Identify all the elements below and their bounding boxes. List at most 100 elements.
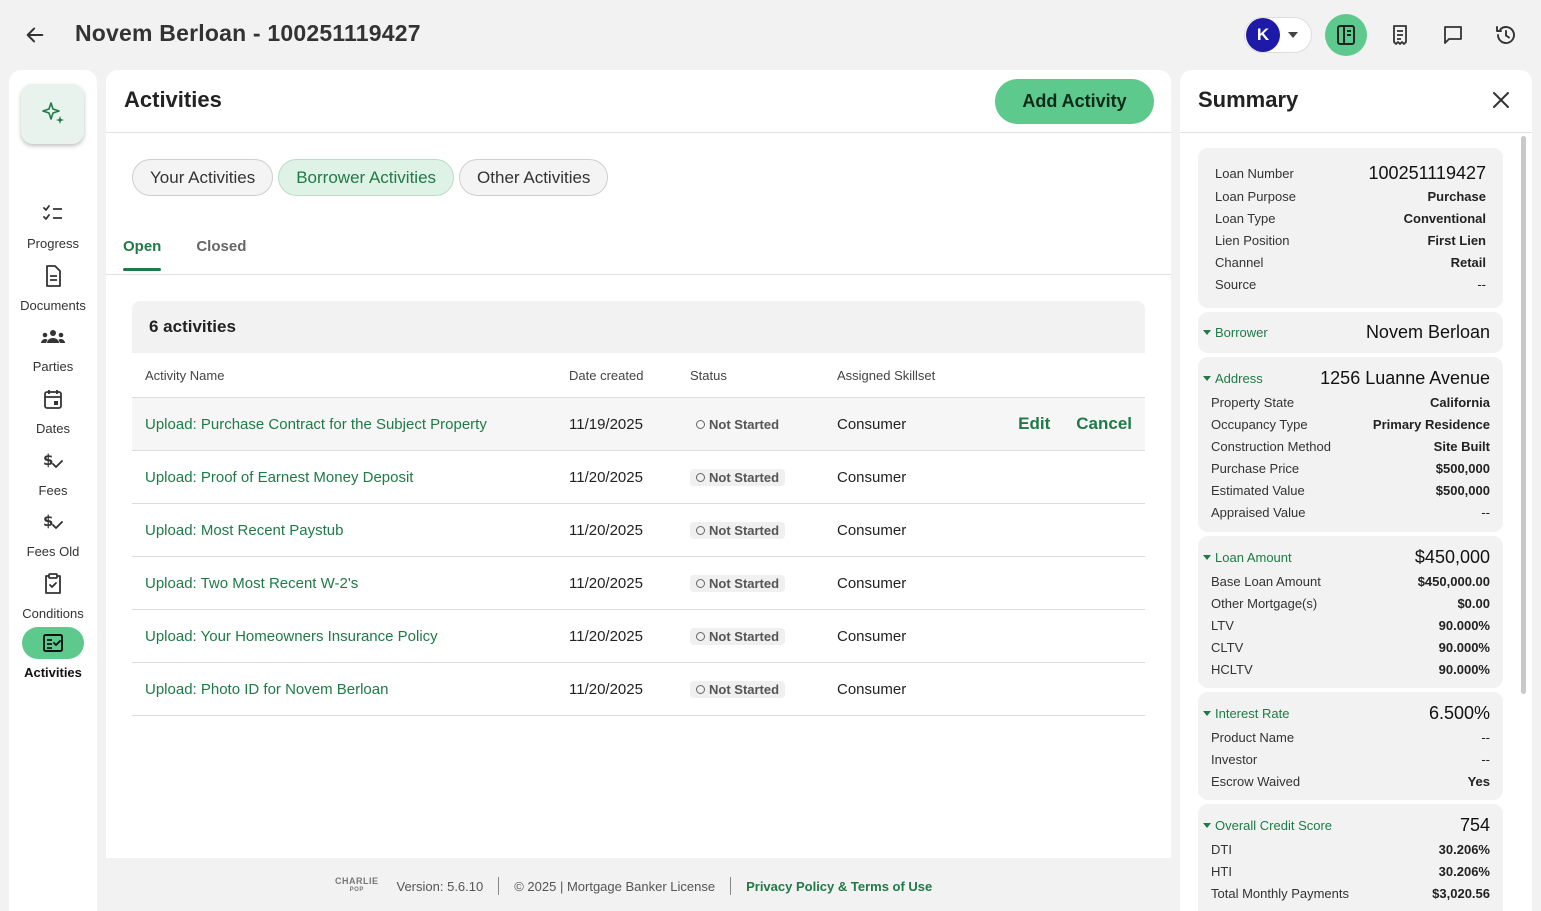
- edit-button[interactable]: Edit: [1018, 414, 1050, 434]
- nav-item-conditions[interactable]: Conditions: [9, 568, 97, 621]
- label: Overall Credit Score: [1215, 817, 1333, 833]
- label: Occupancy Type: [1211, 416, 1308, 432]
- chip-borrower-activities[interactable]: Borrower Activities: [278, 159, 455, 196]
- nav-item-fees-old[interactable]: $ Fees Old: [9, 506, 97, 559]
- label: Loan Type: [1215, 210, 1276, 226]
- calendar-icon: [31, 383, 75, 415]
- nav-item-documents[interactable]: Documents: [9, 260, 97, 313]
- status-badge: Not Started: [690, 574, 786, 592]
- chip-your-activities[interactable]: Your Activities: [132, 159, 274, 196]
- borrower-toggle[interactable]: Borrower: [1203, 325, 1268, 340]
- add-activity-button[interactable]: Add Activity: [995, 79, 1154, 124]
- nav-item-activities[interactable]: Activities: [9, 627, 97, 680]
- label: Other Mortgage(s): [1211, 595, 1318, 611]
- summary-row: Lien Position First Lien: [1215, 229, 1486, 251]
- date-created: 11/20/2025: [569, 468, 643, 486]
- receipt-icon[interactable]: [1379, 14, 1421, 56]
- nav-item-dates[interactable]: Dates: [9, 383, 97, 436]
- tab-closed[interactable]: Closed: [196, 238, 246, 269]
- column-header-activity-name: Activity Name: [145, 367, 225, 383]
- borrower-name: Novem Berloan: [1365, 321, 1490, 342]
- chevron-down-icon[interactable]: [1288, 32, 1298, 38]
- assigned-skillset: Consumer: [837, 680, 907, 698]
- interest-rate-header[interactable]: Interest Rate 6.500%: [1203, 700, 1490, 726]
- activity-filter-chips: Your Activities Borrower Activities Othe…: [132, 159, 609, 196]
- credit-score-card: Overall Credit Score 754 DTI 30.206% HTI 3…: [1198, 804, 1503, 911]
- summary-title: Summary: [1198, 87, 1299, 112]
- status-text: Not Started: [709, 522, 780, 538]
- nav-item-fees[interactable]: $ Fees: [9, 445, 97, 498]
- people-icon: [31, 321, 75, 353]
- logo-text-bottom: POP: [349, 887, 364, 893]
- table-row[interactable]: Upload: Two Most Recent W-2's 11/20/2025…: [132, 557, 1145, 610]
- credit-score-value: 754: [1459, 814, 1490, 835]
- table-row[interactable]: Upload: Proof of Earnest Money Deposit 1…: [132, 451, 1145, 504]
- loan-amount-header[interactable]: Loan Amount $450,000: [1203, 544, 1490, 570]
- table-row[interactable]: Upload: Your Homeowners Insurance Policy…: [132, 610, 1145, 663]
- value: Conventional: [1403, 210, 1486, 226]
- avatar[interactable]: K: [1246, 18, 1280, 52]
- tab-open[interactable]: Open: [123, 238, 162, 271]
- circle-icon: [696, 472, 705, 482]
- activity-name-link[interactable]: Upload: Two Most Recent W-2's: [132, 575, 569, 592]
- label: HCLTV: [1211, 661, 1253, 677]
- credit-score-toggle[interactable]: Overall Credit Score: [1203, 818, 1332, 833]
- borrower-header[interactable]: Borrower Novem Berloan: [1203, 319, 1490, 345]
- value: California: [1430, 394, 1490, 410]
- address-toggle[interactable]: Address: [1203, 371, 1263, 386]
- summary-row: Construction Method Site Built: [1211, 435, 1490, 457]
- table-row[interactable]: Upload: Purchase Contract for the Subjec…: [132, 398, 1145, 451]
- interest-rate-toggle[interactable]: Interest Rate: [1203, 706, 1289, 721]
- activity-name-link[interactable]: Upload: Purchase Contract for the Subjec…: [132, 416, 569, 433]
- status-cell: Not Started: [690, 416, 837, 433]
- activity-name-link[interactable]: Upload: Most Recent Paystub: [132, 522, 569, 539]
- date-created: 11/20/2025: [569, 680, 643, 698]
- svg-text:$: $: [43, 512, 53, 530]
- summary-row: Loan Purpose Purchase: [1215, 185, 1486, 207]
- history-icon[interactable]: [1485, 14, 1527, 56]
- address-header[interactable]: Address 1256 Luanne Avenue: [1203, 365, 1490, 391]
- activity-name-link[interactable]: Upload: Photo ID for Novem Berloan: [132, 681, 569, 698]
- user-menu[interactable]: K: [1244, 17, 1312, 53]
- summary-row: DTI 30.206%: [1211, 838, 1490, 860]
- chat-icon[interactable]: [1432, 14, 1474, 56]
- circle-icon: [696, 684, 705, 694]
- back-arrow-icon[interactable]: [20, 20, 50, 50]
- value: Primary Residence: [1372, 416, 1490, 432]
- table-row[interactable]: Upload: Photo ID for Novem Berloan 11/20…: [132, 663, 1145, 716]
- value: 30.206%: [1438, 841, 1490, 857]
- close-icon[interactable]: [1489, 88, 1513, 112]
- credit-score-header[interactable]: Overall Credit Score 754: [1203, 812, 1490, 838]
- summary-row: Base Loan Amount $450,000.00: [1211, 570, 1490, 592]
- value: First Lien: [1427, 232, 1486, 248]
- status-badge: Not Started: [690, 521, 786, 539]
- sparkle-icon: [41, 102, 64, 124]
- privacy-policy-link[interactable]: Privacy Policy & Terms of Use: [746, 879, 932, 894]
- column-header-status: Status: [690, 367, 727, 383]
- table-row[interactable]: Upload: Most Recent Paystub 11/20/2025 N…: [132, 504, 1145, 557]
- activity-board-icon: [22, 627, 84, 659]
- nav-item-parties[interactable]: Parties: [9, 321, 97, 374]
- nav-label: Documents: [20, 298, 86, 313]
- chip-other-activities[interactable]: Other Activities: [459, 159, 609, 196]
- scrollbar[interactable]: [1521, 136, 1526, 694]
- ai-sparkle-button[interactable]: [21, 84, 84, 144]
- cancel-button[interactable]: Cancel: [1076, 414, 1132, 434]
- label: Source: [1215, 276, 1257, 292]
- footer: CHARLIE POP Version: 5.6.10 © 2025 | Mor…: [335, 873, 932, 899]
- activity-name-link[interactable]: Upload: Proof of Earnest Money Deposit: [132, 469, 569, 486]
- value: --: [1481, 751, 1490, 767]
- nav-item-progress[interactable]: Progress: [9, 198, 97, 251]
- value: --: [1481, 504, 1490, 520]
- date-created: 11/19/2025: [569, 415, 643, 433]
- nav-label: Parties: [32, 359, 74, 374]
- label: Product Name: [1211, 729, 1295, 745]
- borrower-card: Borrower Novem Berloan: [1198, 312, 1503, 353]
- loan-summary-icon[interactable]: [1325, 14, 1367, 56]
- value: 90.000%: [1438, 617, 1490, 633]
- divider: [498, 877, 500, 895]
- loan-amount-toggle[interactable]: Loan Amount: [1203, 550, 1292, 565]
- value: $3,020.56: [1432, 885, 1490, 901]
- activity-name-link[interactable]: Upload: Your Homeowners Insurance Policy: [132, 628, 569, 645]
- value: $500,000: [1435, 482, 1490, 498]
